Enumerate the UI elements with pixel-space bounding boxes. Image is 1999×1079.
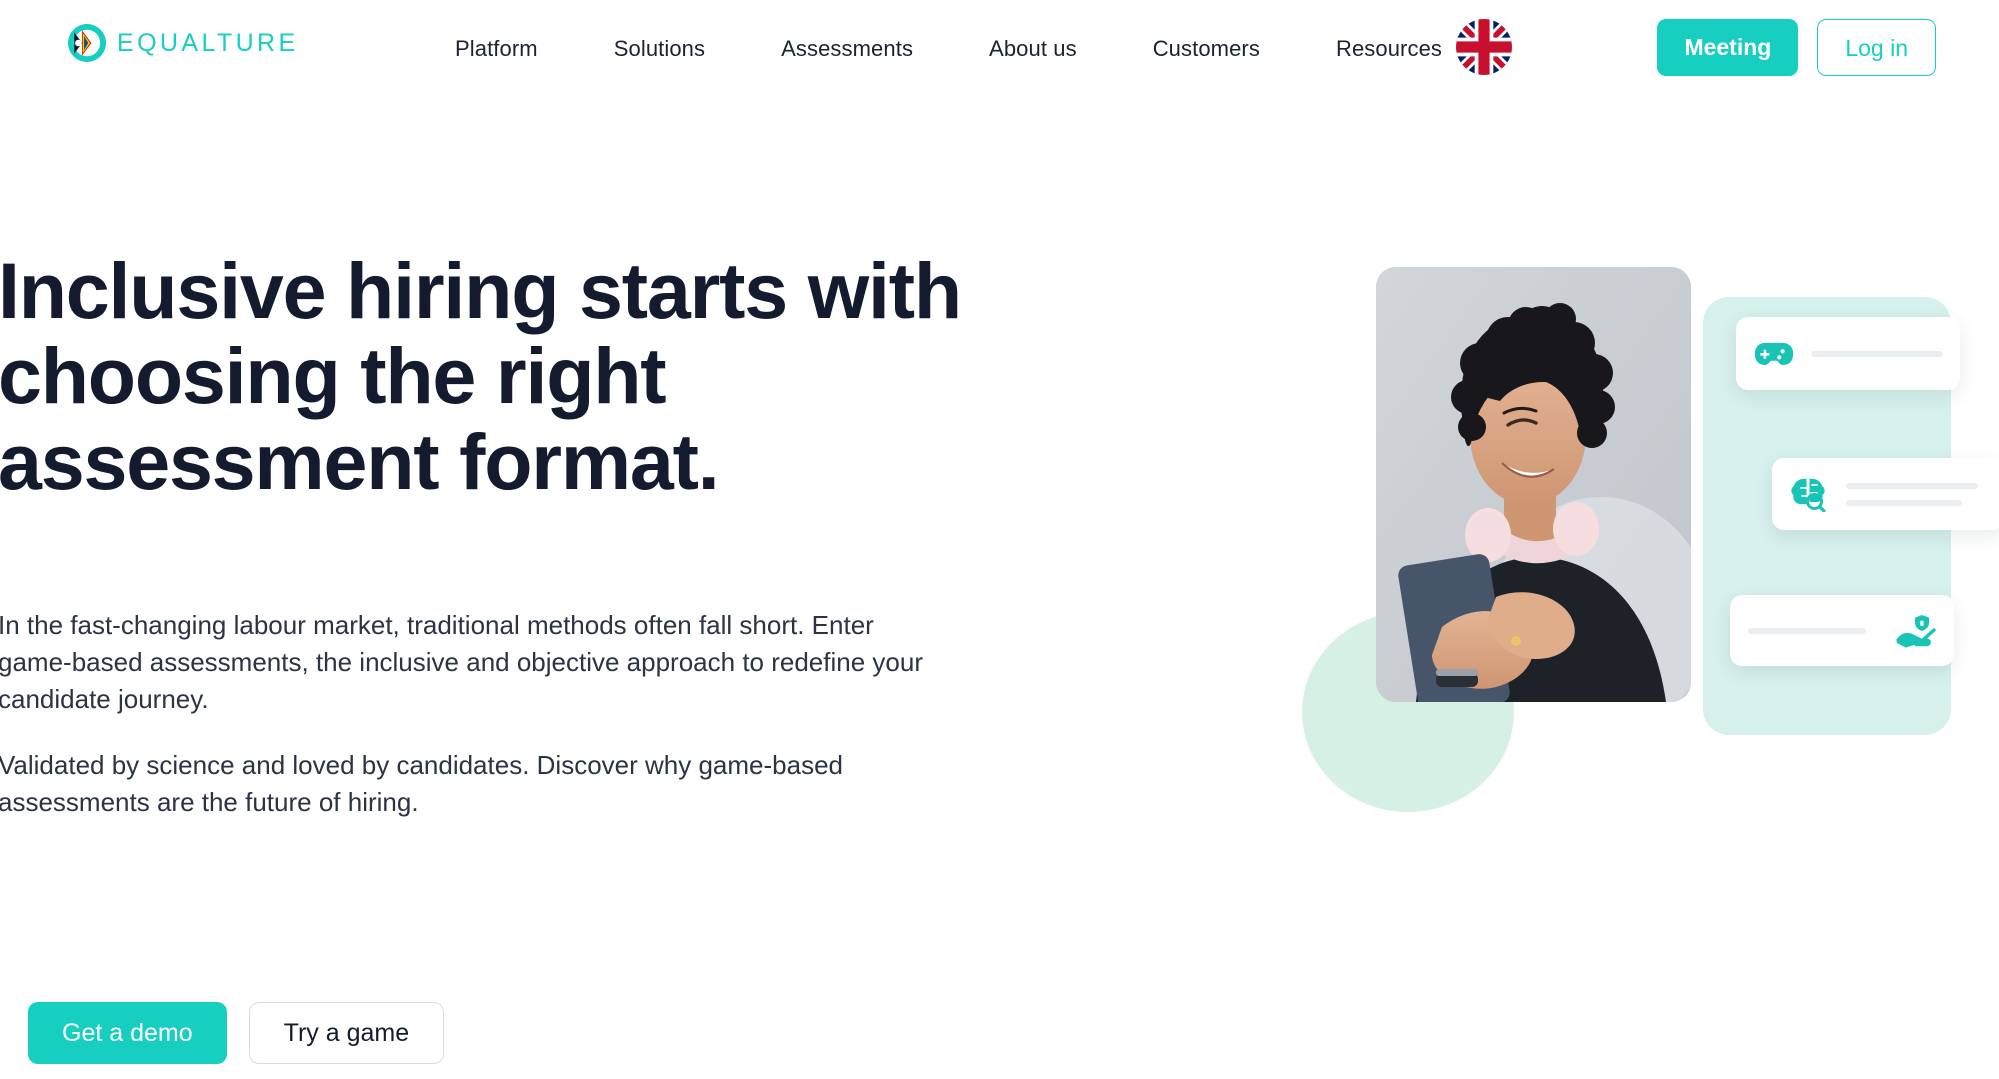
gamepad-icon <box>1755 339 1793 369</box>
hand-holding-shield-icon <box>1896 614 1936 648</box>
hero-paragraph-2: Validated by science and loved by candid… <box>0 749 843 817</box>
pride-circle-icon <box>68 24 106 62</box>
site-header: EQUALTURE Platform Solutions Assessments… <box>0 0 1999 98</box>
page-title: Inclusive hiring starts with choosing th… <box>0 246 962 506</box>
hero-photo <box>1376 267 1691 702</box>
nav-item-solutions[interactable]: Solutions <box>576 36 743 62</box>
nav-item-resources[interactable]: Resources <box>1298 36 1480 62</box>
placeholder-lines <box>1846 482 1986 506</box>
logo[interactable]: EQUALTURE <box>68 24 299 62</box>
nav-item-platform[interactable]: Platform <box>455 36 576 62</box>
uk-flag-icon[interactable] <box>1456 19 1512 75</box>
meeting-button[interactable]: Meeting <box>1657 19 1799 76</box>
get-a-demo-button[interactable]: Get a demo <box>28 1002 227 1064</box>
placeholder-bar <box>1846 499 1962 506</box>
placeholder-lines <box>1811 350 1943 357</box>
brain-search-icon <box>1790 476 1828 513</box>
login-button[interactable]: Log in <box>1817 19 1936 76</box>
hero-paragraph-1: In the fast-changing labour market, trad… <box>0 609 923 714</box>
placeholder-bar <box>1811 350 1943 357</box>
header-actions: Meeting Log in <box>1657 19 1936 76</box>
feature-card-brain-search <box>1772 458 1999 530</box>
hero-text-column: Inclusive hiring starts with choosing th… <box>0 248 1120 820</box>
logo-text: EQUALTURE <box>117 28 299 57</box>
feature-card-hand-shield <box>1730 595 1954 666</box>
nav-item-customers[interactable]: Customers <box>1115 36 1298 62</box>
nav-item-assessments[interactable]: Assessments <box>743 36 951 62</box>
hero-cta-group: Get a demo Try a game <box>28 1002 445 1064</box>
try-a-game-button[interactable]: Try a game <box>248 1002 445 1064</box>
hero-visual <box>1290 240 1999 812</box>
placeholder-lines <box>1748 627 1880 634</box>
feature-card-gamepad <box>1736 317 1960 390</box>
main-nav: Platform Solutions Assessments About us … <box>455 0 1480 98</box>
placeholder-bar <box>1748 627 1866 634</box>
nav-item-about-us[interactable]: About us <box>951 36 1115 62</box>
placeholder-bar <box>1846 482 1978 489</box>
